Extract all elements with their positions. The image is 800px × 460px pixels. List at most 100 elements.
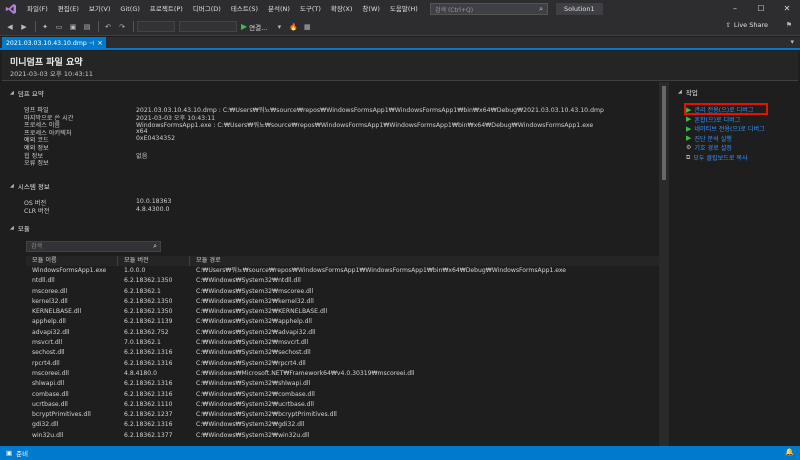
page-subtitle: 2021-03-03 오후 10:43:11 [10, 70, 94, 78]
table-row[interactable]: apphelp.dll 6.2.18362.1139 C:₩Windows₩Syst… [26, 317, 662, 327]
feedback-icon[interactable]: ⚑ [786, 21, 792, 29]
notification-bell-icon[interactable]: 🔔 [785, 448, 794, 456]
table-cell: gdi32.dll [32, 421, 59, 429]
toolbar: ◀ ▶ ✦ ▭ ▣ ▤ ↶ ↷ ▶ 연결... ▾ 🔥 ▦ ⇧ Live Sha… [0, 18, 800, 36]
summary-label: 오류 정보 [24, 160, 49, 168]
table-row[interactable]: mscoreei.dll 4.8.4180.0 C:₩Windows₩Microso… [26, 369, 662, 379]
table-row[interactable]: WindowsFormsApp1.exe 1.0.0.0 C:₩Users₩워뇨₩s… [26, 266, 662, 276]
tab-title: 2021.03.03.10.43.10.dmp [6, 40, 87, 47]
table-row[interactable]: bcryptPrimitives.dll 6.2.18362.1237 C:₩Win… [26, 410, 662, 420]
action-link[interactable]: ▶ 혼합(으)로 디버그 [686, 115, 740, 124]
new-item-icon[interactable]: ✦ [39, 21, 51, 33]
undo-icon[interactable]: ↶ [102, 21, 114, 33]
table-header: 모듈 이름 모듈 버전 모듈 경로 [26, 256, 662, 266]
menu-item[interactable]: 도움말(H) [385, 0, 423, 18]
table-cell: kernel32.dll [32, 297, 68, 305]
table-row[interactable]: shlwapi.dll 6.2.18362.1316 C:₩Windows₩Syst… [26, 379, 662, 389]
close-icon[interactable]: × [97, 37, 103, 50]
menu-item[interactable]: 보기(V) [84, 0, 115, 18]
modules-section-header[interactable]: ◢ 모듈 [10, 223, 30, 233]
table-row[interactable]: advapi32.dll 6.2.18362.752 C:₩Windows₩Syst… [26, 328, 662, 338]
column-header-module-path[interactable]: 모듈 경로 [190, 256, 662, 266]
action-label: 혼합(으)로 디버그 [694, 116, 741, 124]
save-all-icon[interactable]: ▤ [81, 21, 93, 33]
vertical-scrollbar[interactable] [659, 82, 669, 446]
table-cell: 6.2.18362.752 [124, 328, 169, 336]
table-cell: bcryptPrimitives.dll [32, 411, 91, 419]
pin-icon[interactable]: ⊣ [89, 37, 94, 50]
column-header-module-version[interactable]: 모듈 버전 [118, 256, 190, 266]
column-header-module-name[interactable]: 모듈 이름 [26, 256, 118, 266]
table-row[interactable]: gdi32.dll 6.2.18362.1316 C:₩Windows₩System… [26, 420, 662, 430]
action-link[interactable]: ▶ 네이티브 전용(으)로 디버그 [686, 124, 765, 134]
table-row[interactable]: combase.dll 6.2.18362.1316 C:₩Windows₩Syst… [26, 390, 662, 400]
hot-reload-icon[interactable]: 🔥 [287, 21, 299, 33]
table-cell: combase.dll [32, 390, 69, 398]
system-info-section-header[interactable]: ◢ 시스템 정보 [10, 181, 50, 191]
menu-item[interactable]: 확장(X) [326, 0, 358, 18]
table-cell: 7.0.18362.1 [124, 339, 161, 347]
table-row[interactable]: ucrtbase.dll 6.2.18362.1110 C:₩Windows₩Sys… [26, 400, 662, 410]
play-icon: ▶ [686, 134, 692, 143]
module-search-input[interactable]: 검색 ⌕ [26, 241, 161, 252]
table-row[interactable]: sechost.dll 6.2.18362.1316 C:₩Windows₩Syst… [26, 348, 662, 358]
forward-icon[interactable]: ▶ [18, 21, 30, 33]
menu-item[interactable]: 창(W) [357, 0, 384, 18]
dump-summary-section-header[interactable]: ◢ 덤프 요약 [10, 88, 44, 98]
minimize-button[interactable]: – [722, 0, 748, 18]
table-cell: 6.2.18362.1316 [124, 380, 173, 388]
action-link[interactable]: ⚙ 기호 경로 설정 [686, 143, 732, 152]
table-row[interactable]: win32u.dll 6.2.18362.1377 C:₩Windows₩Syste… [26, 431, 662, 441]
live-share-button[interactable]: ⇧ Live Share [725, 21, 768, 29]
table-cell: C:₩Windows₩System32₩kernel32.dll [196, 297, 314, 305]
configuration-dropdown[interactable] [137, 21, 175, 32]
table-row[interactable]: KERNELBASE.dll 6.2.18362.1350 C:₩Windows₩S… [26, 307, 662, 317]
table-row[interactable]: rpcrt4.dll 6.2.18362.1316 C:₩Windows₩Syste… [26, 359, 662, 369]
table-cell: msvcrt.dll [32, 339, 63, 347]
search-icon: ⌕ [153, 242, 157, 250]
action-link[interactable]: ▶ 진단 분석 실행 [686, 134, 732, 143]
table-row[interactable]: msvcrt.dll 7.0.18362.1 C:₩Windows₩System32… [26, 338, 662, 348]
menu-item[interactable]: 편집(E) [53, 0, 84, 18]
table-cell: 6.2.18362.1350 [124, 277, 173, 285]
scrollbar-thumb[interactable] [662, 86, 666, 180]
action-label: 기호 경로 설정 [694, 145, 732, 153]
menu-item[interactable]: 도구(T) [295, 0, 326, 18]
menu-item[interactable]: 테스트(S) [226, 0, 263, 18]
action-link[interactable]: ▶ 관리 전용(으)로 디버그 [686, 105, 753, 115]
menu-item[interactable]: 파일(F) [22, 0, 53, 18]
platform-dropdown[interactable] [179, 21, 237, 32]
table-row[interactable]: ntdll.dll 6.2.18362.1350 C:₩Windows₩System… [26, 276, 662, 286]
search-input[interactable]: 검색 (Ctrl+Q) ⌕ [430, 3, 548, 15]
table-cell: win32u.dll [32, 431, 64, 439]
open-folder-icon[interactable]: ▭ [53, 21, 65, 33]
tab-list-dropdown-icon[interactable]: ▾ [790, 38, 794, 46]
save-icon[interactable]: ▣ [67, 21, 79, 33]
live-share-icon: ⇧ [725, 21, 731, 29]
redo-icon[interactable]: ↷ [116, 21, 128, 33]
table-cell: 4.8.4180.0 [124, 369, 157, 377]
menu-item[interactable]: 분석(N) [263, 0, 295, 18]
browser-icon[interactable]: ▦ [301, 21, 313, 33]
table-row[interactable]: mscoree.dll 6.2.18362.1 C:₩Windows₩System3… [26, 287, 662, 297]
close-button[interactable]: ✕ [774, 0, 800, 18]
visual-studio-logo-icon[interactable] [0, 0, 22, 18]
back-icon[interactable]: ◀ [4, 21, 16, 33]
maximize-button[interactable]: ☐ [748, 0, 774, 18]
table-cell: mscoreei.dll [32, 369, 69, 377]
menu-item[interactable]: Git(G) [115, 0, 145, 18]
attach-button[interactable]: ▶ 연결... [241, 22, 267, 32]
menu-item[interactable]: 프로젝트(P) [145, 0, 188, 18]
actions-section-header[interactable]: ◢ 작업 [678, 87, 698, 97]
summary-value: x64 [136, 127, 148, 135]
table-row[interactable]: kernel32.dll 6.2.18362.1350 C:₩Windows₩Sys… [26, 297, 662, 307]
table-cell: C:₩Windows₩System32₩advapi32.dll [196, 328, 316, 336]
page-title: 미니덤프 파일 요약 [10, 58, 83, 68]
tab-dump-file[interactable]: 2021.03.03.10.43.10.dmp ⊣ × [2, 37, 106, 50]
action-label: 모두 클립보드로 복사 [693, 155, 748, 162]
action-link[interactable]: ⧉ 모두 클립보드로 복사 [686, 153, 748, 163]
live-share-label: Live Share [733, 21, 768, 29]
dropdown-arrow-icon[interactable]: ▾ [273, 21, 285, 33]
table-cell: ucrtbase.dll [32, 400, 68, 408]
menu-item[interactable]: 디버그(D) [188, 0, 226, 18]
